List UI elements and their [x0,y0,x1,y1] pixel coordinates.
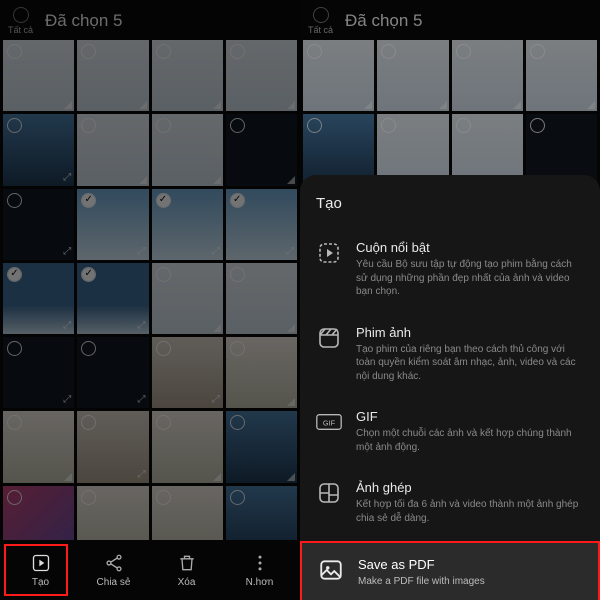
option-sub: Chọn một chuỗi các ảnh và kết hợp chúng … [356,427,584,454]
all-label: Tất cả [308,25,333,35]
thumbnail[interactable] [226,114,297,185]
thumbnail[interactable] [77,114,148,185]
thumbnail[interactable] [152,411,223,482]
film-icon [316,325,342,351]
circle-icon [13,7,29,23]
thumbnail[interactable] [77,40,148,111]
expand-icon: ⤢ [63,246,71,257]
image-icon [318,557,344,583]
thumbnail[interactable] [226,40,297,111]
header: Tất cả Đã chọn 5 [300,0,600,40]
collage-icon [316,480,342,506]
select-all-button[interactable]: Tất cả [8,7,33,35]
selection-title: Đã chọn 5 [345,11,423,31]
thumbnail[interactable]: ⤢ [77,189,148,260]
option-collage[interactable]: Ảnh ghép Kết hợp tối đa 6 ảnh và video t… [316,470,584,541]
thumbnail[interactable]: ⤢ [226,189,297,260]
thumbnail[interactable] [3,40,74,111]
thumbnail[interactable] [152,40,223,111]
thumbnail[interactable]: ⤢ [77,337,148,408]
option-title: Ảnh ghép [356,480,584,495]
header: Tất cả Đã chọn 5 [0,0,300,40]
thumbnail[interactable]: ⤢ [3,337,74,408]
option-sub: Yêu cầu Bộ sưu tập tự động tạo phim bằng… [356,258,584,299]
option-title: Save as PDF [358,557,582,572]
gif-icon: GIF [316,409,342,435]
check-icon [81,193,96,208]
option-save-pdf[interactable]: Save as PDF Make a PDF file with images [300,541,600,600]
share-label: Chia sẻ [97,577,131,588]
thumbnail[interactable] [152,263,223,334]
bottom-bar: Tạo Chia sẻ Xóa N.hơn [0,540,300,600]
thumbnail[interactable]: ⤢ [3,263,74,334]
right-screen: Tất cả Đã chọn 5 Tạo Cuộn nổi bật Yêu cầ… [300,0,600,600]
option-title: Phim ảnh [356,325,584,340]
expand-icon: ⤢ [212,394,220,405]
sheet-title: Tạo [316,195,584,212]
thumbnail[interactable] [452,40,523,111]
thumbnail[interactable] [526,40,597,111]
select-all-button[interactable]: Tất cả [308,7,333,35]
option-highlight-reel[interactable]: Cuộn nổi bật Yêu cầu Bộ sưu tập tự động … [316,230,584,315]
thumbnail[interactable] [226,411,297,482]
option-gif[interactable]: GIF GIF Chọn một chuỗi các ảnh và kết hợ… [316,399,584,470]
option-movie[interactable]: Phim ảnh Tạo phim của riêng bạn theo các… [316,315,584,400]
more-icon [249,552,271,574]
delete-button[interactable]: Xóa [150,552,223,588]
thumbnail[interactable] [377,40,448,111]
expand-icon: ⤢ [138,320,146,331]
expand-icon: ⤢ [212,246,220,257]
more-button[interactable]: N.hơn [223,552,296,588]
expand-icon: ⤢ [63,320,71,331]
all-label: Tất cả [8,25,33,35]
play-icon [316,240,342,266]
create-icon [30,552,52,574]
thumbnail-grid: ⤢ ⤢ ⤢ ⤢ ⤢ ⤢ ⤢ ⤢ ⤢ ⤢ ⤢ [0,40,300,557]
check-icon [230,193,245,208]
check-icon [156,193,171,208]
thumbnail[interactable] [152,114,223,185]
option-title: GIF [356,409,584,424]
check-icon [81,267,96,282]
thumbnail[interactable] [226,337,297,408]
option-sub: Make a PDF file with images [358,575,582,589]
left-screen: Tất cả Đã chọn 5 ⤢ ⤢ ⤢ ⤢ ⤢ ⤢ ⤢ ⤢ ⤢ ⤢ ⤢ [0,0,300,600]
check-icon [7,267,22,282]
selection-title: Đã chọn 5 [45,11,123,31]
share-icon [103,552,125,574]
create-button[interactable]: Tạo [4,552,77,588]
expand-icon: ⤢ [63,172,71,183]
svg-text:GIF: GIF [323,418,336,427]
thumbnail[interactable]: ⤢ [77,263,148,334]
create-sheet: Tạo Cuộn nổi bật Yêu cầu Bộ sưu tập tự đ… [300,175,600,600]
option-sub: Kết hợp tối đa 6 ảnh và video thành một … [356,498,584,525]
thumbnail[interactable]: ⤢ [77,411,148,482]
delete-label: Xóa [178,577,196,588]
thumbnail[interactable] [3,411,74,482]
option-title: Cuộn nổi bật [356,240,584,255]
share-button[interactable]: Chia sẻ [77,552,150,588]
thumbnail-grid [300,40,600,186]
trash-icon [176,552,198,574]
create-label: Tạo [32,577,49,588]
expand-icon: ⤢ [63,394,71,405]
option-sub: Tạo phim của riêng bạn theo cách thủ côn… [356,343,584,384]
thumbnail[interactable]: ⤢ [152,189,223,260]
more-label: N.hơn [246,577,274,588]
thumbnail[interactable]: ⤢ [3,189,74,260]
circle-icon [313,7,329,23]
expand-icon: ⤢ [138,246,146,257]
thumbnail[interactable]: ⤢ [152,337,223,408]
expand-icon: ⤢ [286,246,294,257]
expand-icon: ⤢ [138,469,146,480]
expand-icon: ⤢ [138,394,146,405]
thumbnail[interactable] [226,263,297,334]
thumbnail[interactable] [303,40,374,111]
thumbnail[interactable]: ⤢ [3,114,74,185]
